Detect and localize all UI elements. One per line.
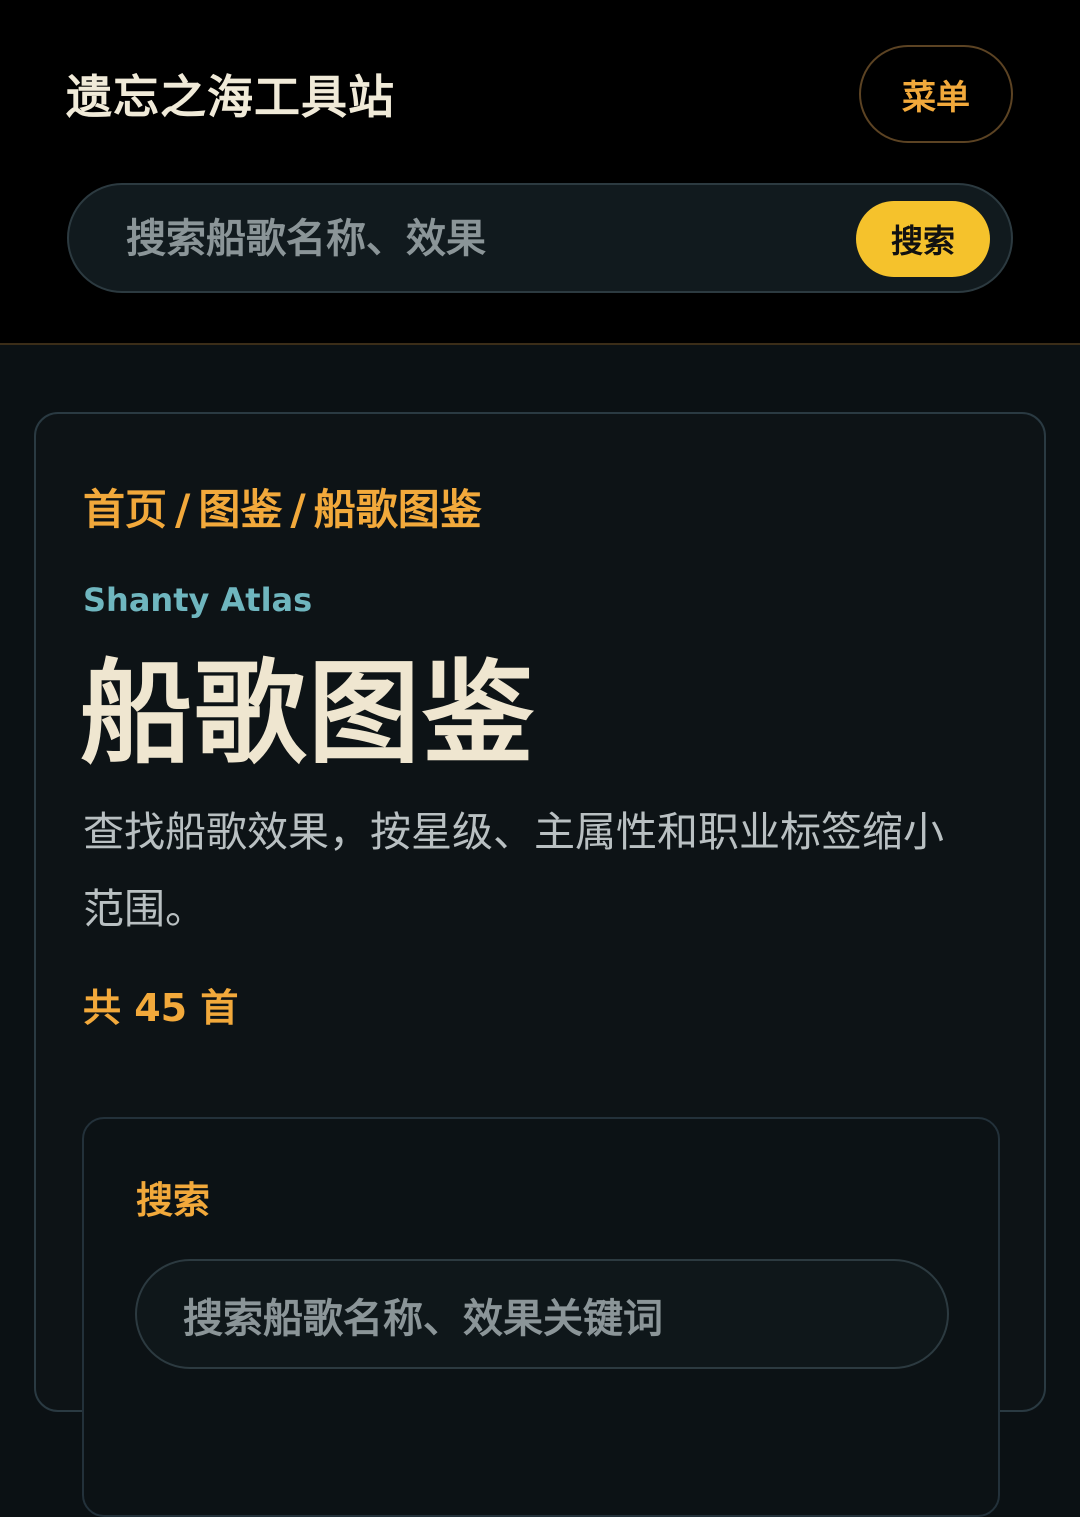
filter-search-label: 搜索 [136, 1179, 210, 1222]
page-title: 船歌图鉴 [80, 649, 536, 779]
page-eyebrow: Shanty Atlas [83, 581, 313, 619]
result-count: 共 45 首 [83, 986, 239, 1030]
page-description: 查找船歌效果，按星级、主属性和职业标签缩小范围。 [83, 808, 944, 933]
main-card: 首页 / 图鉴 / 船歌图鉴 Shanty Atlas 船歌图鉴 查找船歌效果，按星级、… [34, 412, 1046, 1517]
filter-panel: 搜索 搜索船歌名称、效果关键词 [82, 1117, 1000, 1517]
breadcrumb: 首页 / 图鉴 / 船歌图鉴 [83, 482, 482, 538]
filter-search-placeholder: 搜索船歌名称、效果关键词 [183, 1296, 663, 1342]
breadcrumb-separator: / [290, 485, 306, 534]
breadcrumb-item-atlas[interactable]: 图鉴 [198, 485, 282, 534]
site-brand[interactable]: 遗忘之海工具站 [66, 66, 395, 128]
header-search-button[interactable]: 搜索 [856, 201, 990, 277]
header-search-input[interactable]: 搜索船歌名称、效果 [126, 211, 486, 267]
header-search-bar[interactable]: 搜索船歌名称、效果 搜索 [67, 183, 1013, 293]
breadcrumb-item-home[interactable]: 首页 [83, 485, 167, 534]
breadcrumb-item-current: 船歌图鉴 [313, 485, 482, 534]
top-bar: 遗忘之海工具站 菜单 搜索船歌名称、效果 搜索 [0, 0, 1080, 345]
filter-search-input[interactable]: 搜索船歌名称、效果关键词 [135, 1259, 949, 1369]
menu-button[interactable]: 菜单 [859, 45, 1013, 143]
breadcrumb-separator: / [175, 485, 191, 534]
